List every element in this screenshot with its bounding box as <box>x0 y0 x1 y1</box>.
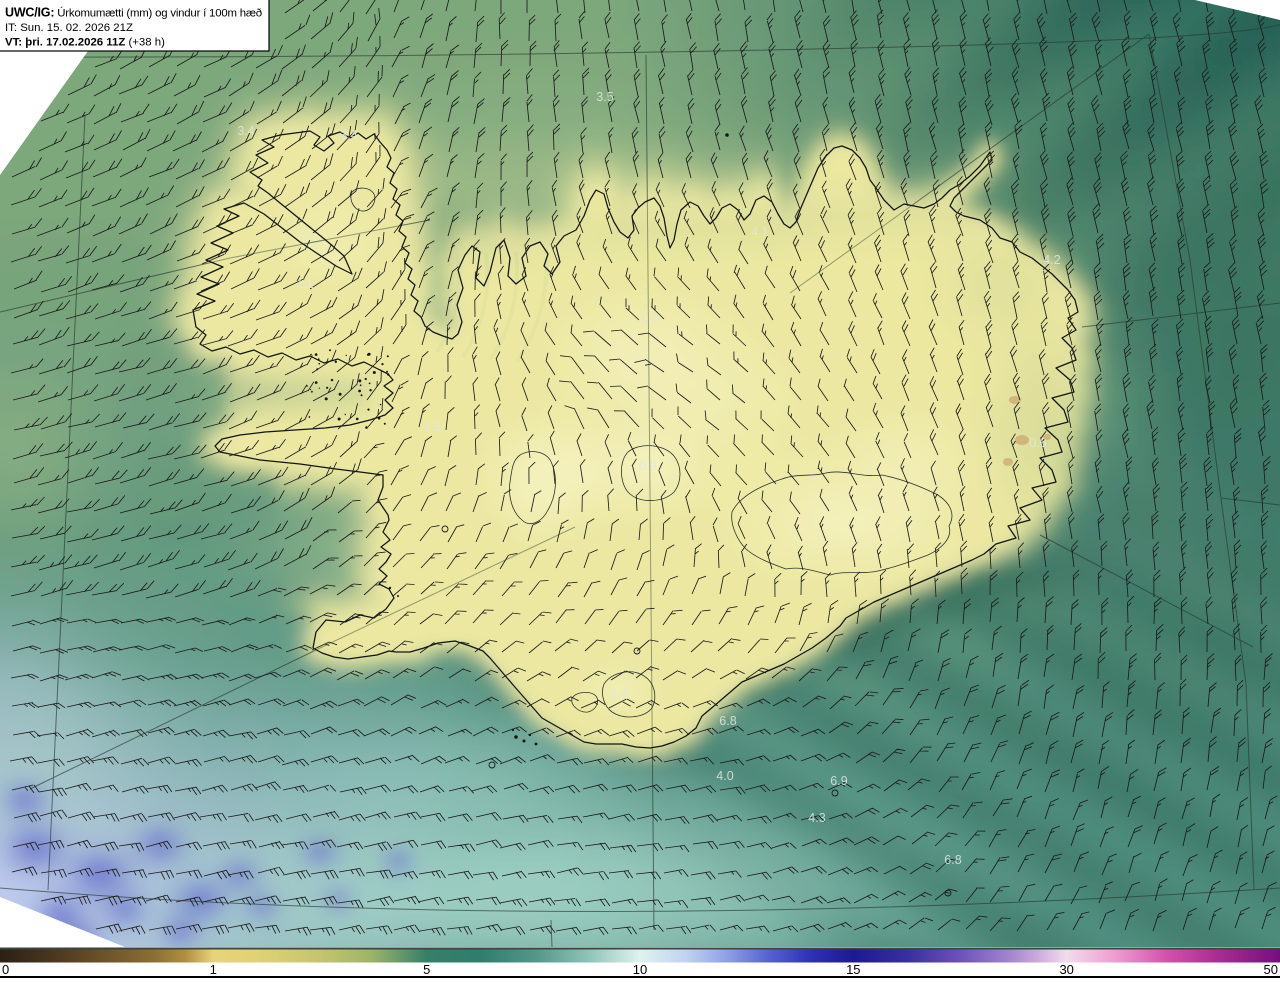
svg-text:4.2: 4.2 <box>1043 253 1060 267</box>
svg-text:UWC/IG: Úrkomumætti (mm) og vi: UWC/IG: Úrkomumætti (mm) og vindur í 100… <box>5 6 262 20</box>
svg-text:0.9: 0.9 <box>639 459 656 473</box>
svg-text:0.9: 0.9 <box>641 311 658 325</box>
svg-text:4.1: 4.1 <box>751 225 768 239</box>
svg-text:1.6: 1.6 <box>423 420 440 434</box>
svg-text:10: 10 <box>633 962 647 977</box>
svg-text:2.4: 2.4 <box>610 687 627 701</box>
svg-text:15: 15 <box>846 962 860 977</box>
svg-text:3.5: 3.5 <box>596 90 613 104</box>
svg-text:3.4: 3.4 <box>237 124 254 138</box>
svg-text:1: 1 <box>210 962 217 977</box>
svg-text:6.8: 6.8 <box>944 853 961 867</box>
svg-text:4.3: 4.3 <box>808 811 825 825</box>
svg-text:5: 5 <box>423 962 430 977</box>
svg-text:0: 0 <box>2 962 9 977</box>
svg-text:1.1: 1.1 <box>296 277 313 291</box>
svg-text:IT: Sun. 15. 02. 2026 21Z: IT: Sun. 15. 02. 2026 21Z <box>5 22 133 34</box>
svg-text:0.6: 0.6 <box>1029 436 1046 450</box>
svg-text:3.4: 3.4 <box>340 128 357 142</box>
svg-text:30: 30 <box>1059 962 1073 977</box>
svg-text:50: 50 <box>1264 962 1278 977</box>
svg-text:VT: þri. 17.02.2026 11Z (+38 h: VT: þri. 17.02.2026 11Z (+38 h) <box>5 37 165 49</box>
svg-text:4.0: 4.0 <box>716 769 733 783</box>
svg-text:6.9: 6.9 <box>830 774 847 788</box>
svg-text:6.8: 6.8 <box>719 714 736 728</box>
